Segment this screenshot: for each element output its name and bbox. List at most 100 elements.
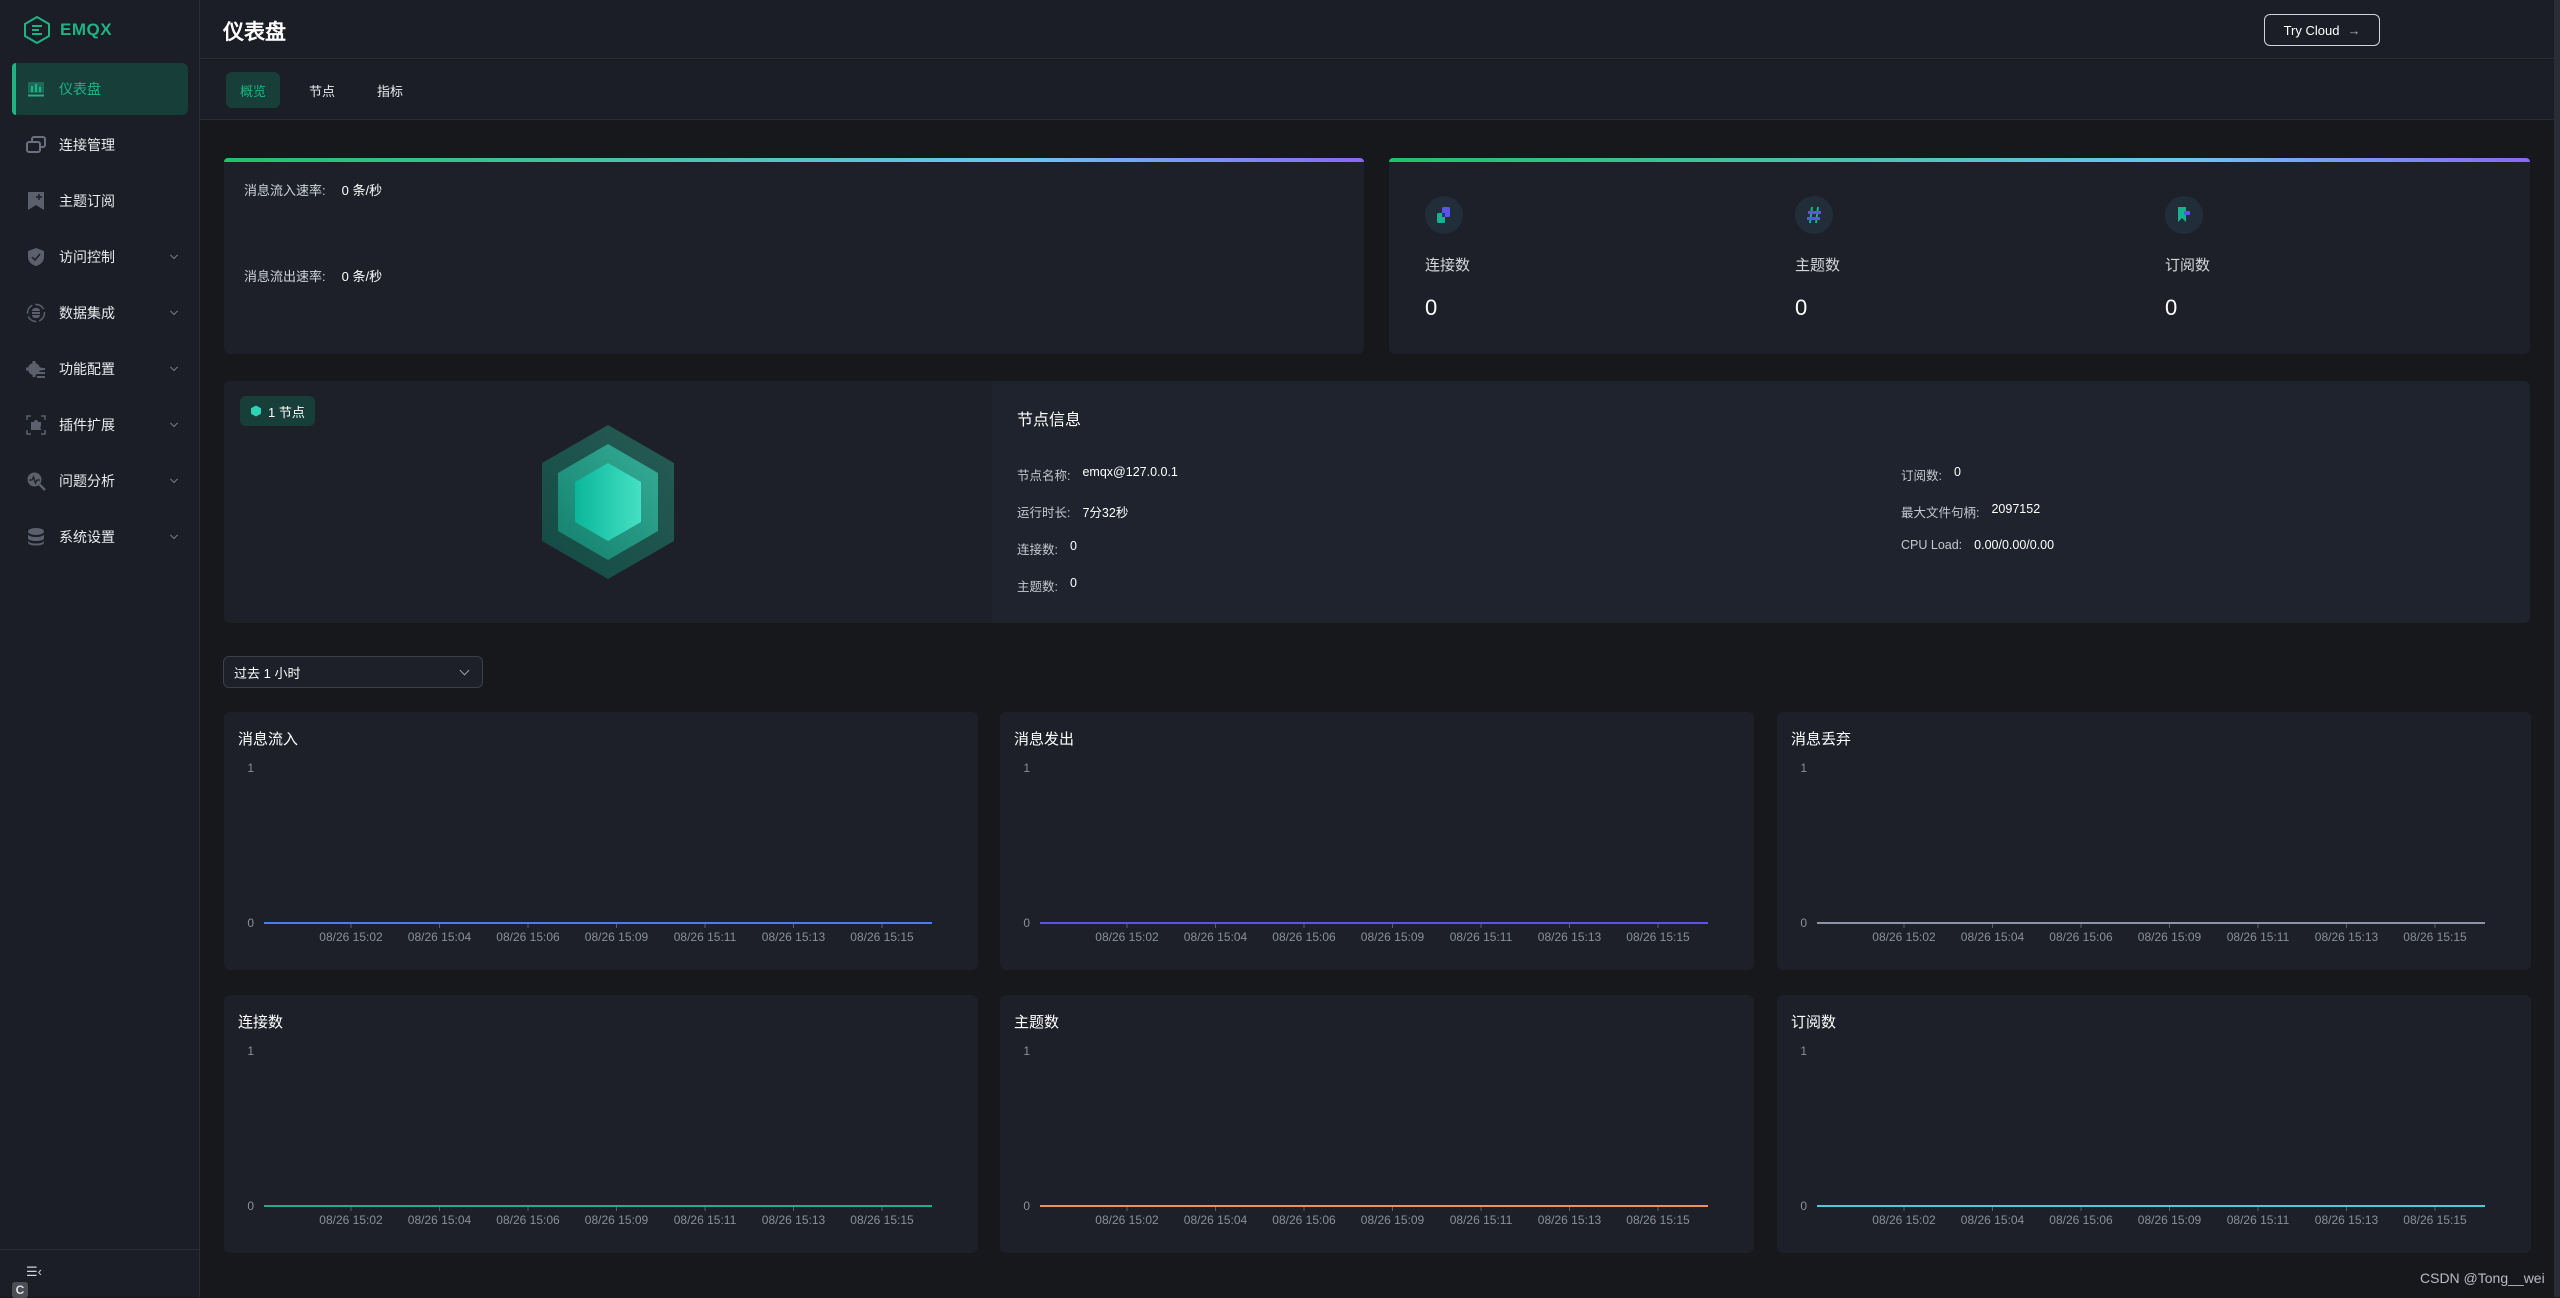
tab-bar: 概览 节点 指标 [200,60,2560,120]
rate-out-label: 消息流出速率: [244,269,326,284]
collapse-sidebar-icon[interactable]: ☰‹ [26,1264,42,1280]
chart-topics[interactable]: 0 1 08/26 15:02 08/26 15:04 08/26 15:06 08/26… [1000,995,1754,1253]
x-tick-label: 08/26 15:15 [1626,1213,1690,1227]
rate-out-value: 0 条/秒 [341,269,383,284]
info-value: 0.00/0.00/0.00 [1974,538,2055,552]
chart-card-connections: 连接数 0 1 08/26 15:02 08/26 15:04 08/26 15:06 0… [224,995,978,1253]
x-tick-label: 08/26 15:09 [1361,1213,1425,1227]
x-tick-label: 08/26 15:04 [1961,930,2025,944]
chevron-down-icon [170,363,178,371]
logo[interactable]: EMQX [24,16,112,44]
uptime-row: 运行时长: 7分32秒 [1017,502,1128,521]
info-label: 运行时长: [1017,506,1071,520]
sidebar-item-data-integration[interactable]: 数据集成 [12,287,188,339]
stat-label: 订阅数 [2165,257,2211,274]
nodes-card: 1 节点 节点信息 节点名称: emqx@127.0.0.1 运行时长: 7分32秒… [224,381,2530,623]
y-tick-label: 1 [1023,761,1030,775]
info-label: 连接数: [1017,543,1058,557]
page-title: 仪表盘 [223,21,286,44]
sidebar-footer: ☰‹ C [0,1249,200,1298]
rate-in-value: 0 条/秒 [341,183,383,198]
x-tick-label: 08/26 15:04 [1961,1213,2025,1227]
x-tick-label: 08/26 15:04 [408,1213,472,1227]
tab-metrics[interactable]: 指标 [363,72,417,108]
info-label: CPU Load: [1901,538,1963,552]
diagnose-icon [26,471,46,491]
info-label: 最大文件句柄: [1901,506,1980,520]
x-tick-label: 08/26 15:02 [1872,930,1936,944]
sidebar-item-label: 访问控制 [59,249,115,265]
stat-subscriptions: 订阅数 0 [2165,196,2465,321]
message-rate-card: 消息流入速率: 0 条/秒 消息流出速率: 0 条/秒 [224,158,1364,354]
page-scrollbar[interactable] [2554,0,2560,1297]
max-fds-row: 最大文件句柄: 2097152 [1901,502,2040,521]
x-tick-label: 08/26 15:13 [762,930,826,944]
x-tick-label: 08/26 15:06 [496,930,560,944]
cpu-load-row: CPU Load: 0.00/0.00/0.00 [1901,538,2054,552]
node-hexagon[interactable] [540,424,676,580]
time-range-select[interactable]: 过去 1 小时 [223,656,483,688]
x-tick-label: 08/26 15:04 [1184,930,1248,944]
chart-messages-dropped[interactable]: 0 1 08/26 15:02 08/26 15:04 08/26 15:06 08/26… [1777,712,2531,970]
sidebar-item-label: 插件扩展 [59,417,115,433]
stat-connections: 连接数 0 [1425,196,1725,321]
y-tick-label: 0 [247,1199,254,1213]
sidebar-item-extensions[interactable]: 插件扩展 [12,399,188,451]
dashboard-icon [26,79,46,99]
x-tick-label: 08/26 15:13 [762,1213,826,1227]
chart-messages-received[interactable]: 0 1 08/26 15:02 08/26 15:04 08/26 15:06 08/26… [224,712,978,970]
gear-list-icon [26,359,46,379]
y-tick-label: 1 [247,761,254,775]
x-tick-label: 08/26 15:11 [674,1213,737,1227]
chart-messages-sent[interactable]: 0 1 08/26 15:02 08/26 15:04 08/26 15:06 08/26… [1000,712,1754,970]
y-tick-label: 1 [1800,1044,1807,1058]
x-tick-label: 08/26 15:06 [2049,930,2113,944]
tab-overview[interactable]: 概览 [226,72,281,108]
chevron-down-icon [170,475,178,483]
y-tick-label: 1 [1023,1044,1030,1058]
sidebar-item-label: 问题分析 [59,473,115,489]
stat-label: 连接数 [1425,257,1471,274]
chart-connections[interactable]: 0 1 08/26 15:02 08/26 15:04 08/26 15:06 08/26… [224,995,978,1253]
watermark: CSDN @Tong__wei [2420,1270,2545,1286]
x-tick-label: 08/26 15:11 [1450,930,1513,944]
try-cloud-label: Try Cloud [2283,22,2340,38]
x-tick-label: 08/26 15:02 [1872,1213,1936,1227]
x-tick-label: 08/26 15:04 [408,930,472,944]
node-info-title: 节点信息 [1017,412,1082,429]
chart-subscriptions[interactable]: 0 1 08/26 15:02 08/26 15:04 08/26 15:06 08/26… [1777,995,2531,1253]
x-tick-label: 08/26 15:13 [2315,1213,2379,1227]
sidebar-item-connections[interactable]: 连接管理 [12,119,188,171]
y-tick-label: 0 [247,916,254,930]
info-label: 主题数: [1017,580,1058,594]
sidebar-item-configuration[interactable]: 功能配置 [12,343,188,395]
stat-value: 0 [1795,295,1808,320]
stat-label: 主题数 [1795,257,1841,274]
info-value: 0 [1069,539,1077,553]
stats-card: 连接数 0 主题数 0 订阅数 0 [1389,158,2530,354]
sidebar-item-diagnose[interactable]: 问题分析 [12,455,188,507]
stat-value: 0 [2165,295,2178,320]
x-tick-label: 08/26 15:02 [319,930,383,944]
stat-value: 0 [1425,295,1438,320]
puzzle-icon [26,415,46,435]
y-tick-label: 1 [1800,761,1807,775]
floating-badge[interactable]: C [12,1282,28,1298]
sidebar-item-access-control[interactable]: 访问控制 [12,231,188,283]
topics-row: 主题数: 0 [1017,576,1077,595]
sidebar-item-system-settings[interactable]: 系统设置 [12,511,188,563]
sidebar: EMQX 仪表盘 连接管理 主题订阅 访问控制 数据集成 功能配置 插件扩展 问… [0,0,200,1298]
x-tick-label: 08/26 15:09 [2138,930,2202,944]
info-value: emqx@127.0.0.1 [1082,465,1178,479]
connections-icon [26,135,46,155]
x-tick-label: 08/26 15:15 [2403,1213,2467,1227]
sidebar-item-dashboard[interactable]: 仪表盘 [12,63,188,115]
bookmark-icon [2165,196,2203,234]
time-range-value: 过去 1 小时 [234,665,301,681]
x-tick-label: 08/26 15:06 [2049,1213,2113,1227]
sidebar-item-subscriptions[interactable]: 主题订阅 [12,175,188,227]
x-tick-label: 08/26 15:11 [2227,930,2290,944]
tab-nodes[interactable]: 节点 [295,72,349,108]
connections-row: 连接数: 0 [1017,539,1077,558]
try-cloud-button[interactable]: Try Cloud → [2264,14,2380,46]
